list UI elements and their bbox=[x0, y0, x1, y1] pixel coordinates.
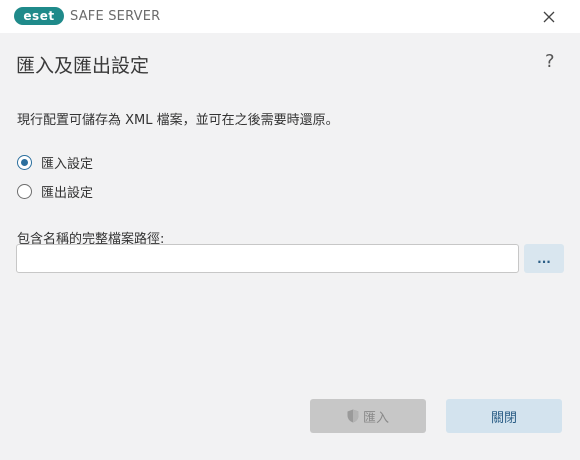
logo-text: eset bbox=[23, 9, 55, 23]
file-path-input[interactable] bbox=[16, 244, 519, 273]
close-button[interactable]: 關閉 bbox=[446, 399, 562, 433]
dialog-title: 匯入及匯出設定 bbox=[16, 55, 150, 77]
import-button-label: 匯入 bbox=[362, 410, 389, 426]
help-button[interactable]: ? bbox=[545, 51, 555, 72]
import-settings-option[interactable]: 匯入設定 bbox=[17, 153, 93, 172]
title-bar: eset SAFE SERVER bbox=[0, 0, 580, 33]
close-button-label: 關閉 bbox=[490, 410, 517, 426]
export-radio-label: 匯出設定 bbox=[41, 186, 94, 201]
description-text: 現行配置可儲存為 XML 檔案，並可在之後需要時還原。 bbox=[17, 113, 339, 128]
export-radio[interactable] bbox=[17, 184, 32, 199]
browse-button[interactable]: ... bbox=[524, 244, 564, 273]
export-settings-option[interactable]: 匯出設定 bbox=[17, 182, 93, 201]
eset-logo: eset bbox=[14, 7, 64, 25]
shield-icon bbox=[347, 409, 359, 423]
import-radio[interactable] bbox=[17, 155, 32, 170]
import-button[interactable]: 匯入 bbox=[310, 399, 426, 433]
close-icon bbox=[543, 11, 555, 23]
import-radio-label: 匯入設定 bbox=[41, 157, 94, 172]
close-window-button[interactable] bbox=[538, 7, 560, 27]
app-title: SAFE SERVER bbox=[70, 9, 161, 24]
